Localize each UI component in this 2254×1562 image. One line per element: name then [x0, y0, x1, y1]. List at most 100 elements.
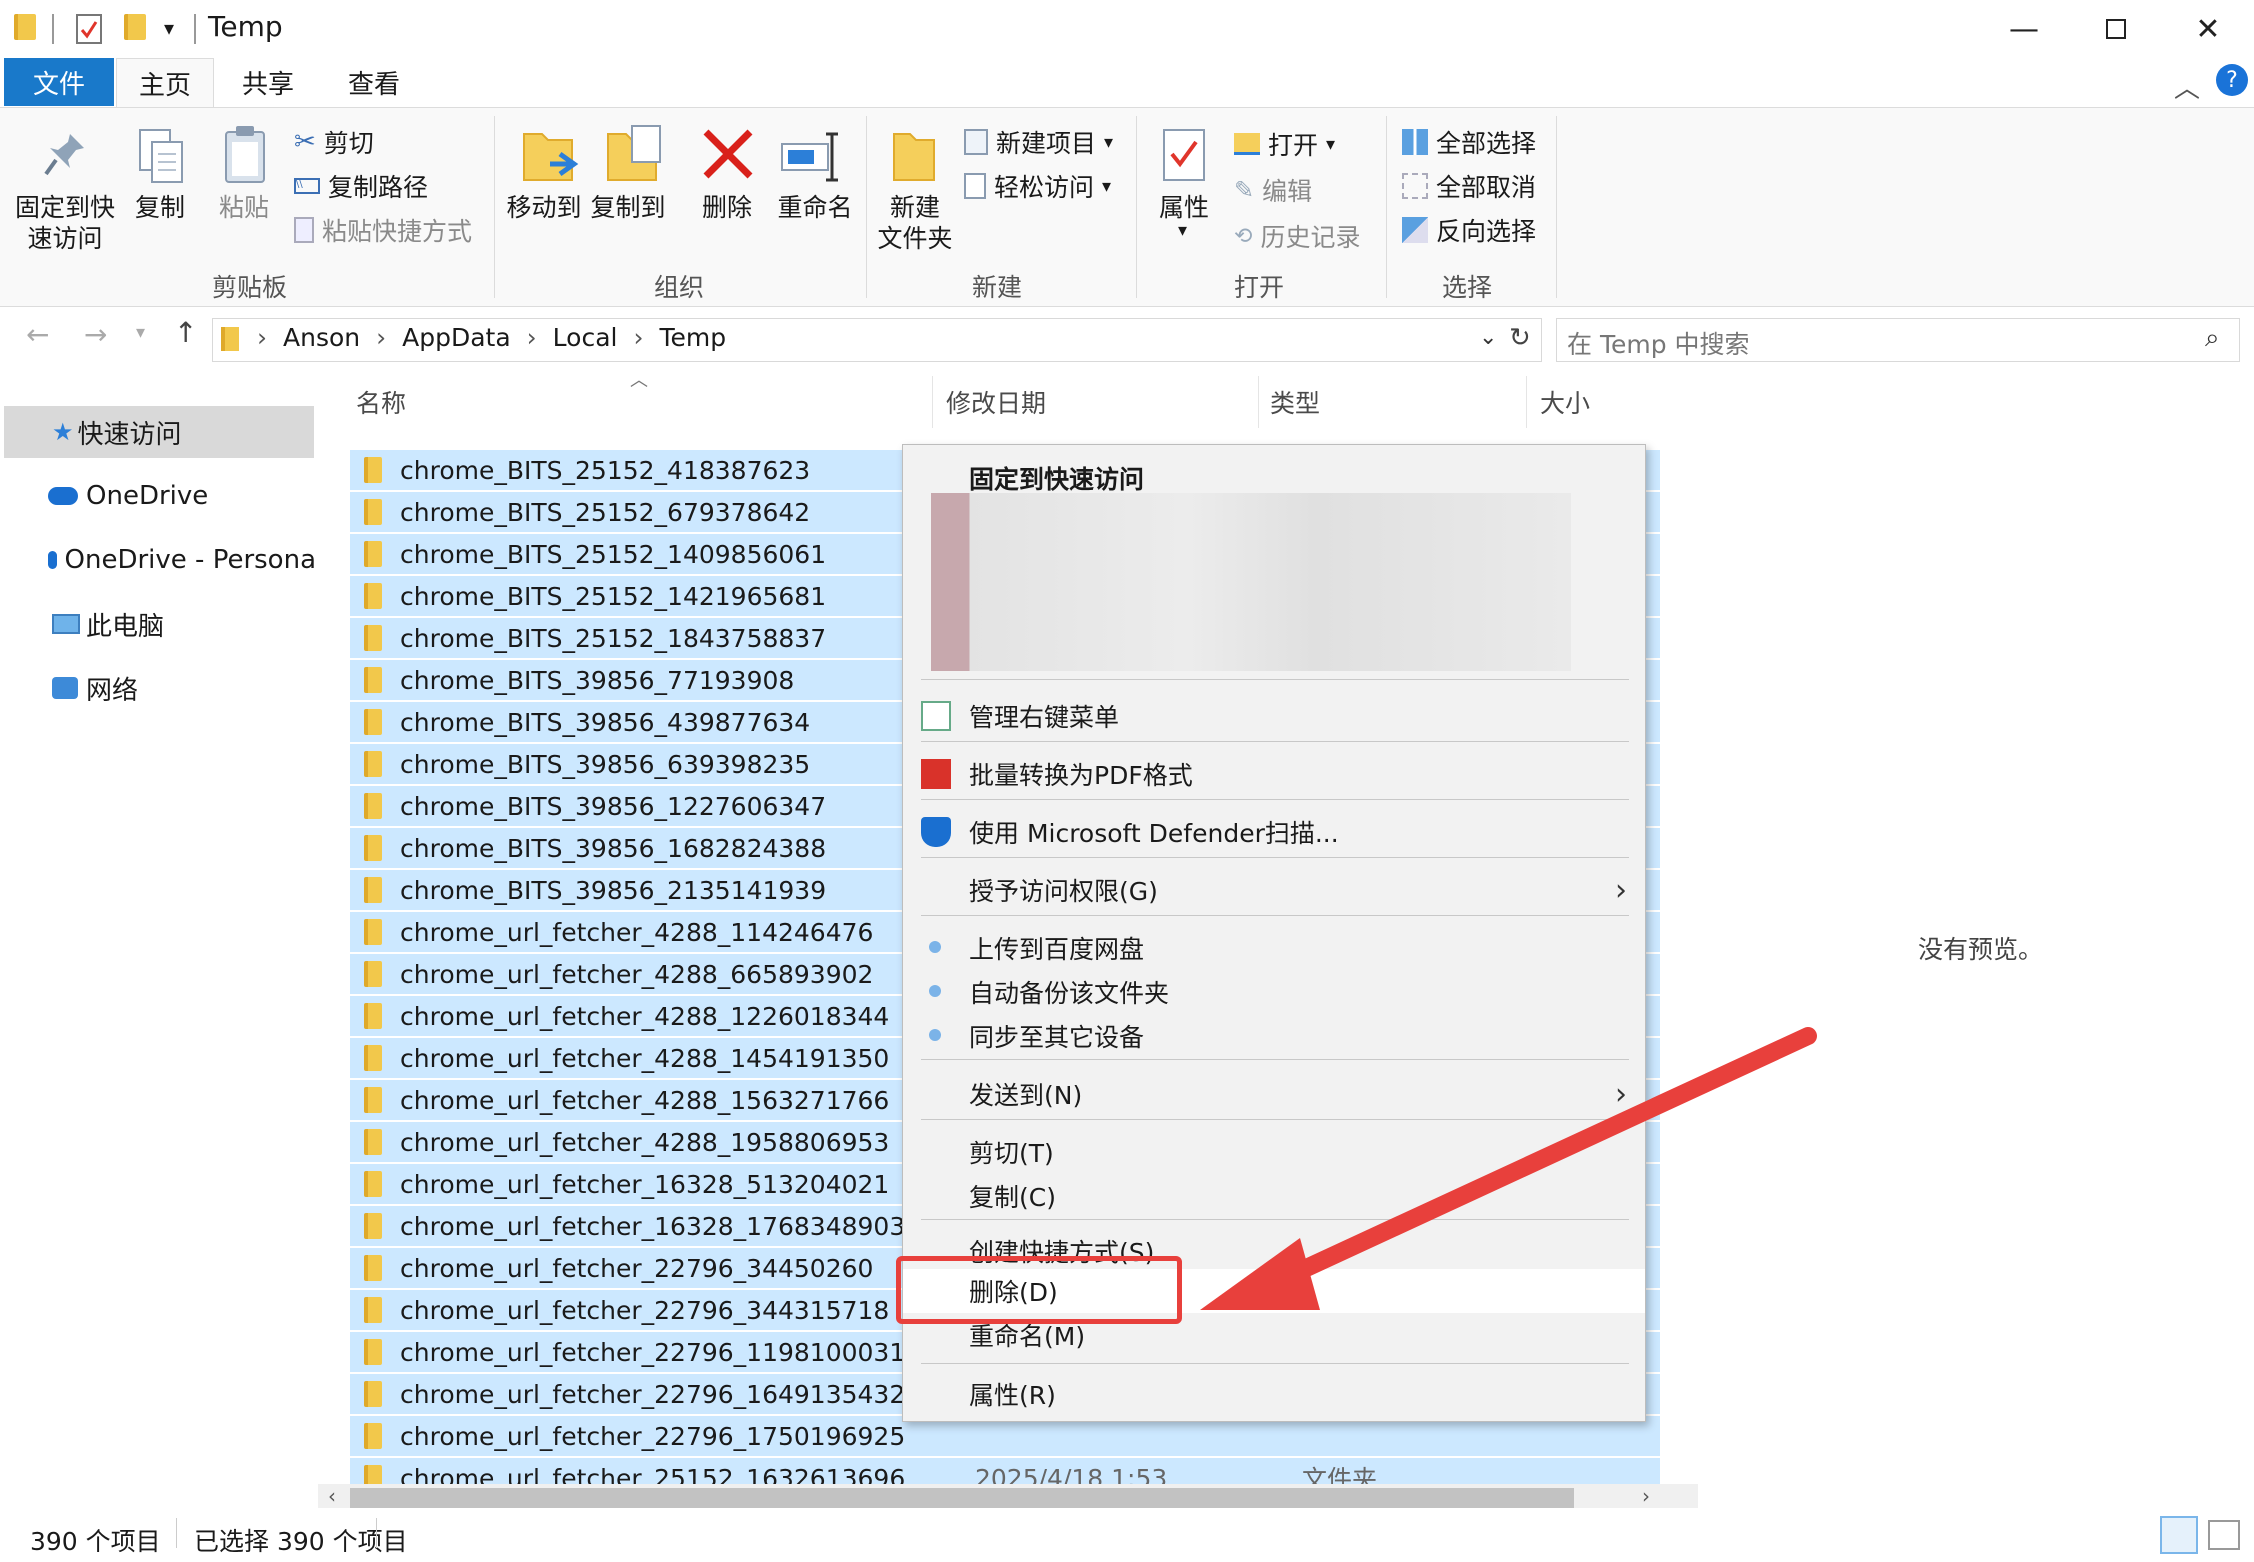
- new-folder-button[interactable]: 新建 文件夹: [870, 192, 960, 254]
- nav-item-onedrive[interactable]: OneDrive: [0, 470, 316, 522]
- cut-button[interactable]: ✂ 剪切: [294, 124, 374, 160]
- chevron-down-icon[interactable]: ⌄: [1479, 325, 1497, 350]
- search-input[interactable]: 在 Temp 中搜索: [1567, 325, 1750, 361]
- cut-label: 剪切: [323, 129, 374, 158]
- copy-path-button[interactable]: \\ 复制路径: [294, 168, 428, 204]
- customize-quick-access-icon[interactable]: ▾: [164, 16, 174, 40]
- maximize-button[interactable]: [2070, 0, 2162, 58]
- folder-icon: [364, 1339, 382, 1365]
- folder-icon: [221, 327, 239, 351]
- folder-icon: [364, 1129, 382, 1155]
- menu-item-manage-context-menu[interactable]: 管理右键菜单: [903, 695, 1645, 737]
- address-box[interactable]: › Anson › AppData › Local › Temp ⌄ ↻: [212, 318, 1542, 362]
- group-open-label: 打开: [1234, 273, 1285, 302]
- up-icon[interactable]: ↑: [174, 316, 197, 349]
- file-name: chrome_url_fetcher_22796_34450260: [400, 1253, 874, 1283]
- column-divider[interactable]: [932, 376, 933, 428]
- column-divider[interactable]: [1258, 376, 1259, 428]
- minimize-button[interactable]: —: [1978, 0, 2070, 58]
- history-icon: ⟲: [1234, 223, 1253, 249]
- menu-item-properties[interactable]: 属性(R): [903, 1373, 1645, 1415]
- close-button[interactable]: ✕: [2162, 0, 2254, 58]
- folder-icon: [364, 499, 382, 525]
- invert-selection-button[interactable]: 反向选择: [1402, 212, 1536, 248]
- forward-icon[interactable]: →: [84, 318, 107, 351]
- group-divider: [1136, 116, 1137, 298]
- pin-to-quick-access-button[interactable]: 固定到快 速访问: [10, 192, 120, 254]
- nav-item-quick-access[interactable]: ★ 快速访问: [4, 406, 314, 458]
- group-select-label: 选择: [1442, 273, 1493, 302]
- open-label: 打开: [1268, 131, 1319, 160]
- copy-button[interactable]: 复制: [130, 192, 190, 223]
- breadcrumb-appdata[interactable]: AppData: [402, 323, 511, 352]
- properties-quick-icon[interactable]: [76, 14, 102, 44]
- breadcrumb-temp[interactable]: Temp: [659, 323, 726, 352]
- rename-button[interactable]: 重命名: [774, 192, 856, 223]
- delete-button[interactable]: 删除: [696, 192, 758, 223]
- column-header-size[interactable]: 大小: [1540, 384, 1590, 420]
- scrollbar-thumb[interactable]: [350, 1488, 1574, 1508]
- move-to-button[interactable]: 移动到: [504, 192, 584, 223]
- edit-button[interactable]: ✎ 编辑: [1234, 172, 1312, 208]
- column-divider[interactable]: [1526, 376, 1527, 428]
- nav-item-onedrive-personal[interactable]: OneDrive - Persona: [0, 534, 316, 586]
- refresh-icon[interactable]: ↻: [1509, 323, 1531, 353]
- column-header-name[interactable]: 名称: [356, 384, 406, 420]
- group-divider: [494, 116, 495, 298]
- tab-file[interactable]: 文件: [4, 58, 114, 106]
- new-item-button[interactable]: 新建项目 ▾: [964, 124, 1113, 160]
- breadcrumb-local[interactable]: Local: [553, 323, 618, 352]
- paste-shortcut-label: 粘贴快捷方式: [322, 217, 473, 246]
- new-folder-quick-icon[interactable]: [124, 14, 146, 40]
- back-icon[interactable]: ←: [26, 318, 49, 351]
- select-none-button[interactable]: 全部取消: [1402, 168, 1536, 204]
- file-name: chrome_BITS_25152_679378642: [400, 497, 811, 527]
- easy-access-button[interactable]: 轻松访问 ▾: [964, 168, 1111, 204]
- file-name: chrome_BITS_39856_439877634: [400, 707, 811, 737]
- collapse-ribbon-icon[interactable]: ︿: [2174, 68, 2200, 105]
- paste-button[interactable]: 粘贴: [214, 192, 274, 223]
- table-row[interactable]: chrome_url_fetcher_22796_1750196925: [350, 1416, 1660, 1456]
- sort-ascending-icon: ︿: [630, 370, 648, 391]
- search-icon[interactable]: ⌕: [2205, 323, 2220, 354]
- tab-view[interactable]: 查看: [324, 58, 424, 106]
- scroll-left-icon[interactable]: ‹: [328, 1484, 336, 1508]
- dropdown-icon: ▾: [1104, 131, 1114, 153]
- status-bar: 390 个项目 已选择 390 个项目: [0, 1508, 2254, 1562]
- properties-button[interactable]: 属性: [1152, 192, 1216, 223]
- paste-shortcut-button[interactable]: 粘贴快捷方式: [294, 212, 472, 248]
- menu-separator: [921, 799, 1629, 800]
- copy-icon: [136, 126, 186, 190]
- scroll-right-icon[interactable]: ›: [1642, 1484, 1650, 1508]
- group-organize-label: 组织: [654, 273, 705, 302]
- menu-item-defender-scan[interactable]: 使用 Microsoft Defender扫描...: [903, 811, 1645, 853]
- open-button[interactable]: 打开 ▾: [1234, 126, 1335, 162]
- nav-item-network[interactable]: 网络: [0, 662, 316, 714]
- column-header-type[interactable]: 类型: [1270, 384, 1320, 420]
- column-header-modified[interactable]: 修改日期: [946, 384, 1046, 420]
- folder-icon: [364, 583, 382, 609]
- invert-selection-label: 反向选择: [1436, 217, 1537, 246]
- shield-icon: [921, 817, 951, 847]
- select-all-button[interactable]: 全部选择: [1402, 124, 1536, 160]
- tab-home[interactable]: 主页: [116, 58, 214, 108]
- edit-icon: ✎: [1234, 176, 1255, 204]
- breadcrumb-anson[interactable]: Anson: [283, 323, 360, 352]
- help-icon[interactable]: ?: [2216, 64, 2248, 96]
- history-button[interactable]: ⟲ 历史记录: [1234, 218, 1360, 254]
- nav-label: 此电脑: [86, 611, 165, 642]
- search-box[interactable]: 在 Temp 中搜索 ⌕: [1556, 318, 2240, 362]
- large-icons-view-icon[interactable]: [2208, 1520, 2240, 1550]
- menu-item-upload-baidu[interactable]: 上传到百度网盘: [903, 927, 1645, 969]
- menu-item-auto-backup[interactable]: 自动备份该文件夹: [903, 971, 1645, 1013]
- tab-share[interactable]: 共享: [220, 58, 316, 106]
- menu-item-convert-pdf[interactable]: 批量转换为PDF格式: [903, 753, 1645, 795]
- details-view-icon[interactable]: [2160, 1516, 2198, 1554]
- menu-item-grant-access[interactable]: 授予访问权限(G) ›: [903, 869, 1645, 911]
- menu-label: 授予访问权限(G): [969, 877, 1158, 906]
- recent-locations-icon[interactable]: ▾: [136, 322, 145, 343]
- nav-item-this-pc[interactable]: 此电脑: [0, 598, 316, 650]
- menu-label: 管理右键菜单: [969, 703, 1120, 732]
- easy-access-icon: [964, 173, 986, 199]
- copy-to-button[interactable]: 复制到: [588, 192, 668, 223]
